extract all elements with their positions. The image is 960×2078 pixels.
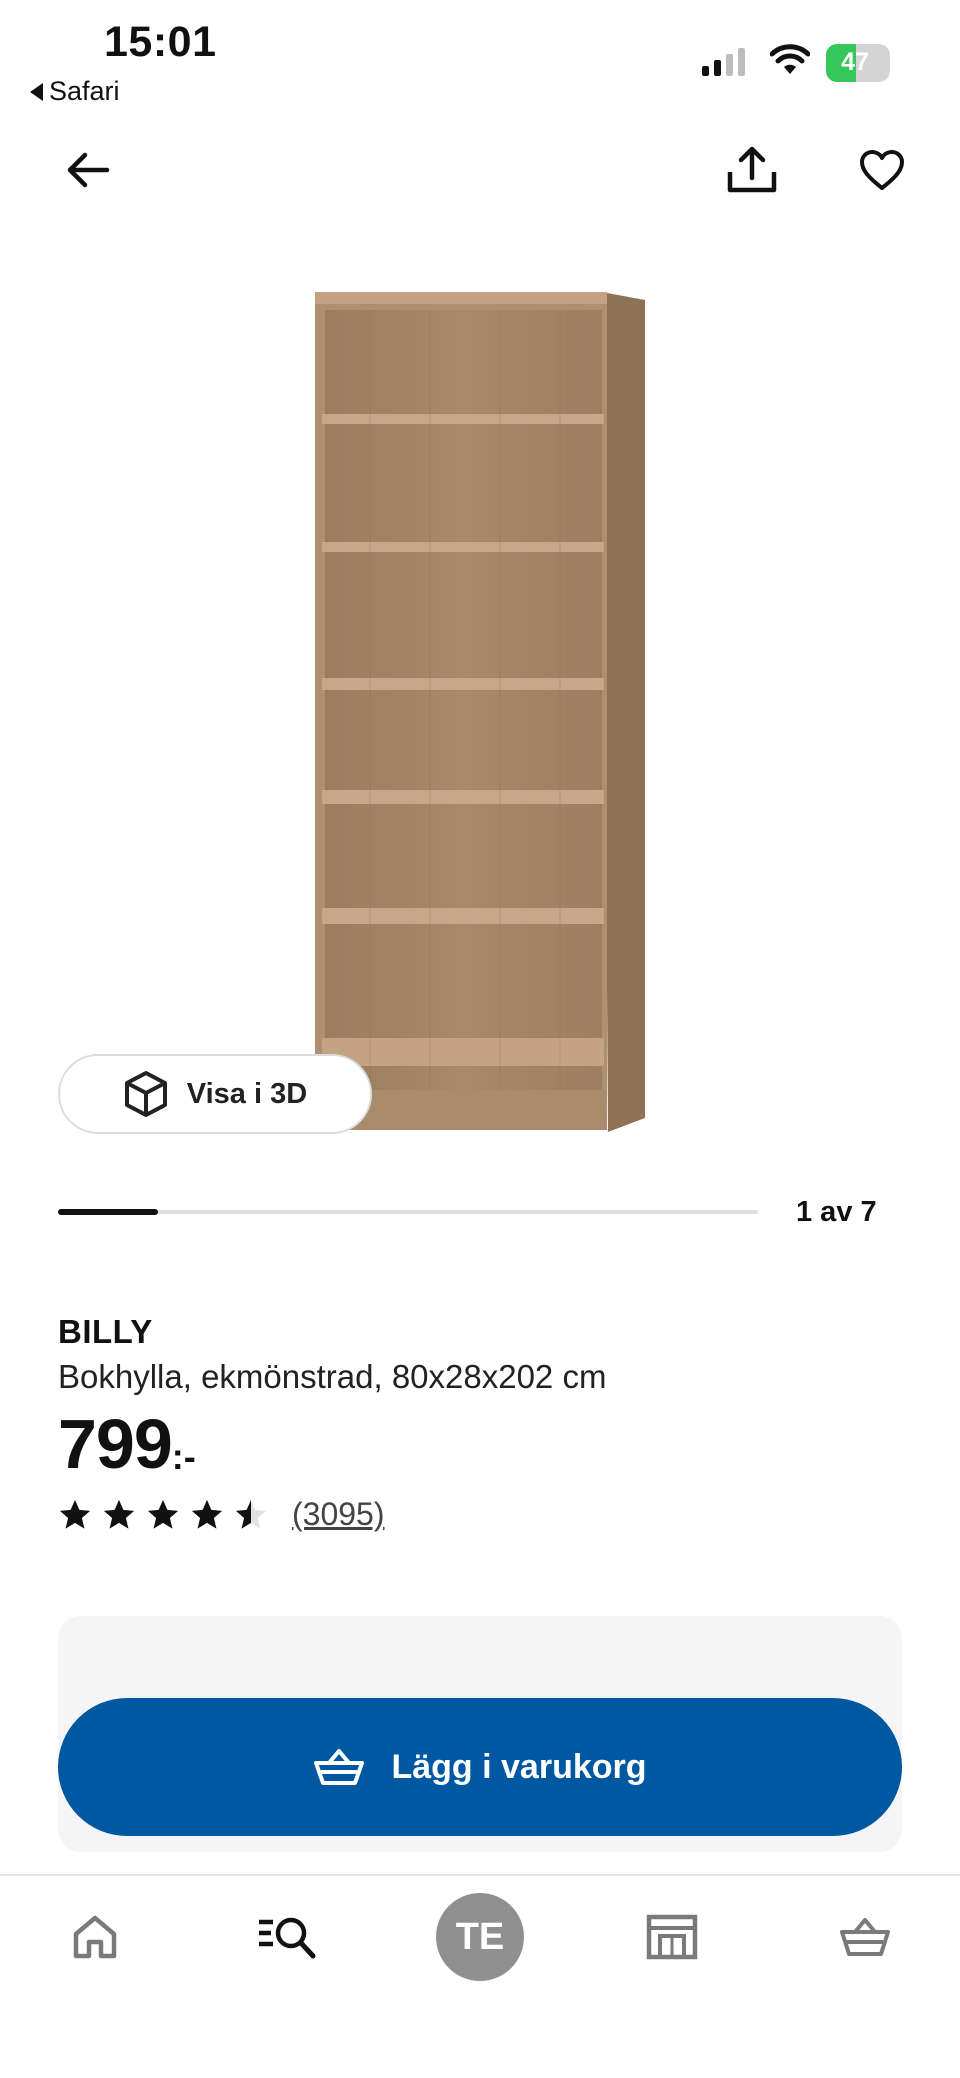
price-suffix: :-	[171, 1436, 196, 1477]
view-in-3d-button[interactable]: Visa i 3D	[58, 1054, 372, 1134]
favorite-button[interactable]	[846, 134, 918, 206]
rating-star-icon	[235, 1499, 267, 1529]
rating-star-icon	[103, 1499, 135, 1529]
rating-star-icon	[59, 1499, 91, 1529]
product-name: BILLY	[58, 1313, 153, 1350]
share-button[interactable]	[716, 134, 788, 206]
status-time: 15:01	[104, 18, 217, 66]
search-icon	[259, 1917, 316, 1959]
product-price: 799 :-	[58, 1404, 196, 1484]
rating-star-icon	[147, 1499, 179, 1529]
gallery-progress-track[interactable]	[58, 1209, 758, 1215]
add-to-cart-button[interactable]: Lägg i varukorg	[58, 1698, 902, 1836]
basket-icon	[314, 1749, 365, 1785]
battery-indicator: 47	[826, 44, 890, 82]
review-count-link[interactable]: (3095)	[292, 1496, 385, 1533]
cube-icon	[124, 1071, 167, 1117]
battery-level: 47	[841, 48, 869, 76]
gallery-progress-fill	[58, 1209, 158, 1215]
view-in-3d-label: Visa i 3D	[186, 1077, 308, 1110]
cart-icon	[840, 1918, 890, 1956]
rating-stars	[58, 1498, 268, 1532]
profile-avatar: TE	[436, 1893, 524, 1981]
bottom-nav-divider	[0, 1874, 960, 1876]
cellular-signal-icon	[702, 48, 745, 76]
heart-icon	[860, 150, 904, 190]
back-triangle-icon	[30, 82, 43, 101]
rating-star-icon	[191, 1499, 223, 1529]
store-icon	[646, 1914, 698, 1960]
back-to-app-link[interactable]: Safari	[30, 76, 120, 107]
wifi-icon	[770, 44, 810, 74]
back-button[interactable]	[52, 134, 124, 206]
nav-cart[interactable]	[810, 1892, 920, 1982]
back-app-label: Safari	[49, 76, 120, 106]
price-amount: 799	[58, 1405, 173, 1483]
product-rating[interactable]: (3095)	[58, 1496, 385, 1533]
home-icon	[73, 1915, 117, 1959]
product-image[interactable]	[200, 270, 760, 1150]
add-to-cart-label: Lägg i varukorg	[391, 1747, 647, 1786]
nav-store[interactable]	[617, 1892, 727, 1982]
arrow-left-icon	[67, 152, 110, 188]
nav-search[interactable]	[232, 1892, 342, 1982]
nav-home[interactable]	[40, 1892, 150, 1982]
image-counter: 1 av 7	[796, 1196, 877, 1228]
product-description: Bokhylla, ekmönstrad, 80x28x202 cm	[58, 1358, 607, 1395]
share-icon	[727, 146, 777, 193]
nav-profile[interactable]: TE	[425, 1892, 535, 1982]
